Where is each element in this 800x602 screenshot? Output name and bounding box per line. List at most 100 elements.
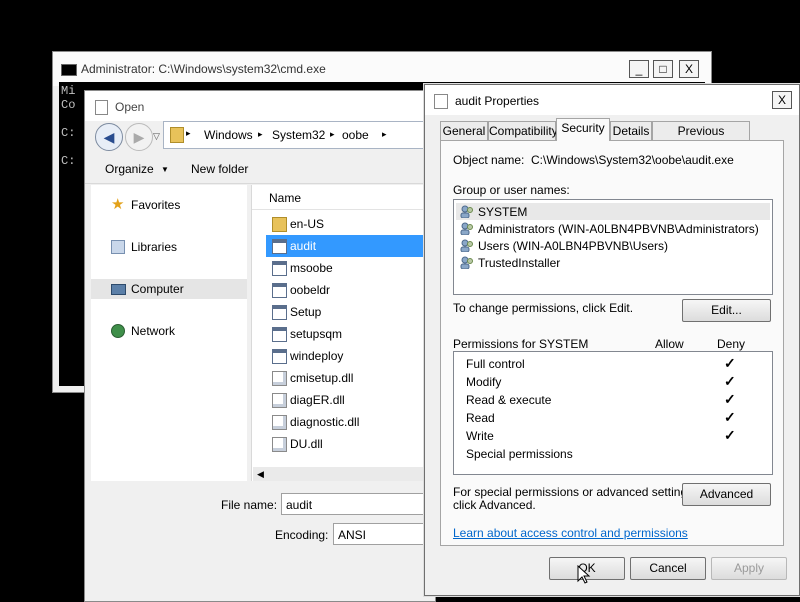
nav-computer[interactable]: Computer [91, 279, 247, 299]
open-title-bar[interactable]: Open [85, 91, 435, 121]
properties-dialog: audit Properties X General Compatibility… [424, 84, 800, 596]
file-name-input[interactable]: audit [281, 493, 435, 515]
dll-icon [272, 393, 287, 408]
column-header-name[interactable]: Name [252, 185, 436, 210]
scroll-left-icon[interactable]: ◀ [257, 469, 264, 480]
app-icon [272, 349, 287, 364]
deny-check-icon: ✓ [724, 373, 736, 389]
user-name: Administrators (WIN-A0LBN4PBVNB\Administ… [478, 222, 759, 236]
tab-details[interactable]: Details [610, 121, 652, 140]
permission-name: Special permissions [466, 447, 573, 461]
open-title: Open [115, 100, 145, 114]
deny-check-icon: ✓ [724, 427, 736, 443]
folder-icon [272, 217, 287, 232]
nav-favorites[interactable]: ★ Favorites [91, 195, 247, 215]
chevron-down-icon[interactable]: ▼ [161, 165, 169, 174]
star-icon: ★ [111, 196, 125, 213]
minimize-button[interactable]: _ [629, 60, 649, 78]
breadcrumb-arrow-icon[interactable]: ▸ [330, 129, 335, 140]
mouse-cursor-icon [577, 565, 591, 584]
permission-row: Read & execute ✓ [462, 391, 778, 409]
object-name-value: C:\Windows\System32\oobe\audit.exe [531, 153, 734, 167]
users-icon [460, 222, 474, 236]
file-row[interactable]: diagnostic.dll [266, 411, 438, 433]
access-control-link[interactable]: Learn about access control and permissio… [453, 526, 688, 540]
tab-previous-versions[interactable]: Previous Versions [652, 121, 750, 156]
permission-name: Read & execute [466, 393, 552, 407]
breadcrumb-arrow-icon[interactable]: ▸ [258, 129, 263, 140]
props-title: audit Properties [455, 94, 540, 108]
file-name: en-US [290, 217, 325, 231]
permission-name: Read [466, 411, 495, 425]
file-row[interactable]: en-US [266, 213, 438, 235]
deny-check-icon: ✓ [724, 355, 736, 371]
file-name: setupsqm [290, 327, 343, 341]
breadcrumb-system32[interactable]: System32 [272, 128, 325, 142]
file-row[interactable]: oobeldr [266, 279, 438, 301]
forward-arrow-icon[interactable]: ▶ [125, 123, 153, 151]
tab-compatibility[interactable]: Compatibility [488, 121, 558, 140]
user-list[interactable]: SYSTEM Administrators (WIN-A0LBN4PBVNB\Ad… [453, 199, 773, 295]
permission-row: Modify ✓ [462, 373, 778, 391]
folder-icon [170, 127, 184, 143]
advanced-button[interactable]: Advanced [682, 483, 771, 506]
libraries-icon [111, 240, 125, 254]
file-row[interactable]: msoobe [266, 257, 438, 279]
nav-label: Favorites [131, 198, 181, 212]
back-arrow-icon[interactable]: ◀ [95, 123, 123, 151]
tab-security[interactable]: Security [556, 118, 610, 141]
user-row[interactable]: TrustedInstaller [456, 254, 770, 271]
permission-row: Full control ✓ [462, 355, 778, 373]
cmd-close-button[interactable]: X [679, 60, 699, 78]
props-close-button[interactable]: X [772, 91, 792, 109]
nav-label: Network [131, 324, 176, 338]
permission-row: Write ✓ [462, 427, 778, 445]
breadcrumb-oobe[interactable]: oobe [342, 128, 369, 142]
user-row[interactable]: Users (WIN-A0LBN4PBVNB\Users) [456, 237, 770, 254]
special-permissions-text: For special permissions or advanced sett… [453, 485, 697, 499]
apply-button[interactable]: Apply [711, 557, 787, 580]
cancel-button[interactable]: Cancel [630, 557, 706, 580]
maximize-button[interactable]: □ [653, 60, 673, 78]
edit-button[interactable]: Edit... [682, 299, 771, 322]
file-row[interactable]: setupsqm [266, 323, 438, 345]
breadcrumb-windows[interactable]: Windows [204, 128, 253, 142]
file-name: cmisetup.dll [290, 371, 354, 385]
new-folder-button[interactable]: New folder [191, 162, 248, 176]
file-name: msoobe [290, 261, 333, 275]
allow-column-label: Allow [655, 337, 684, 351]
history-dropdown-icon[interactable]: ▽ [153, 131, 160, 142]
tab-general[interactable]: General [440, 121, 488, 140]
special-permissions-text-2: click Advanced. [453, 498, 536, 512]
file-row[interactable]: audit [266, 235, 438, 257]
breadcrumb-arrow-icon[interactable]: ▸ [382, 129, 387, 140]
user-name: Users (WIN-A0LBN4PBVNB\Users) [478, 239, 669, 253]
file-row[interactable]: cmisetup.dll [266, 367, 438, 389]
app-icon [272, 283, 287, 298]
group-label: Group or user names: [453, 183, 570, 197]
nav-label: Libraries [131, 240, 178, 254]
encoding-select[interactable]: ANSI [333, 523, 435, 545]
users-icon [460, 205, 474, 219]
file-row[interactable]: windeploy [266, 345, 438, 367]
file-row[interactable]: DU.dll [266, 433, 438, 455]
props-title-bar[interactable]: audit Properties X [425, 85, 799, 115]
nav-network[interactable]: Network [91, 321, 247, 341]
permission-row: Read ✓ [462, 409, 778, 427]
user-row[interactable]: Administrators (WIN-A0LBN4PBVNB\Administ… [456, 220, 770, 237]
address-bar[interactable]: ▸ Windows ▸ System32 ▸ oobe ▸ [163, 121, 435, 149]
user-row[interactable]: SYSTEM [456, 203, 770, 220]
permissions-list[interactable]: Full control ✓ Modify ✓ Read & execute ✓ Read ✓… [453, 351, 773, 475]
breadcrumb-arrow-icon[interactable]: ▸ [186, 128, 191, 139]
nav-libraries[interactable]: Libraries [91, 237, 247, 257]
cmd-title-bar[interactable]: Administrator: C:\Windows\system32\cmd.e… [53, 52, 711, 86]
dll-icon [272, 415, 287, 430]
navigation-pane: ★ Favorites Libraries Computer Network [91, 185, 247, 481]
file-row[interactable]: diagER.dll [266, 389, 438, 411]
permission-row: Special permissions [462, 445, 778, 463]
permission-name: Write [466, 429, 494, 443]
horizontal-scrollbar[interactable]: ◀ [253, 467, 435, 481]
deny-column-label: Deny [717, 337, 746, 351]
file-row[interactable]: Setup [266, 301, 438, 323]
organize-button[interactable]: Organize [105, 162, 154, 176]
